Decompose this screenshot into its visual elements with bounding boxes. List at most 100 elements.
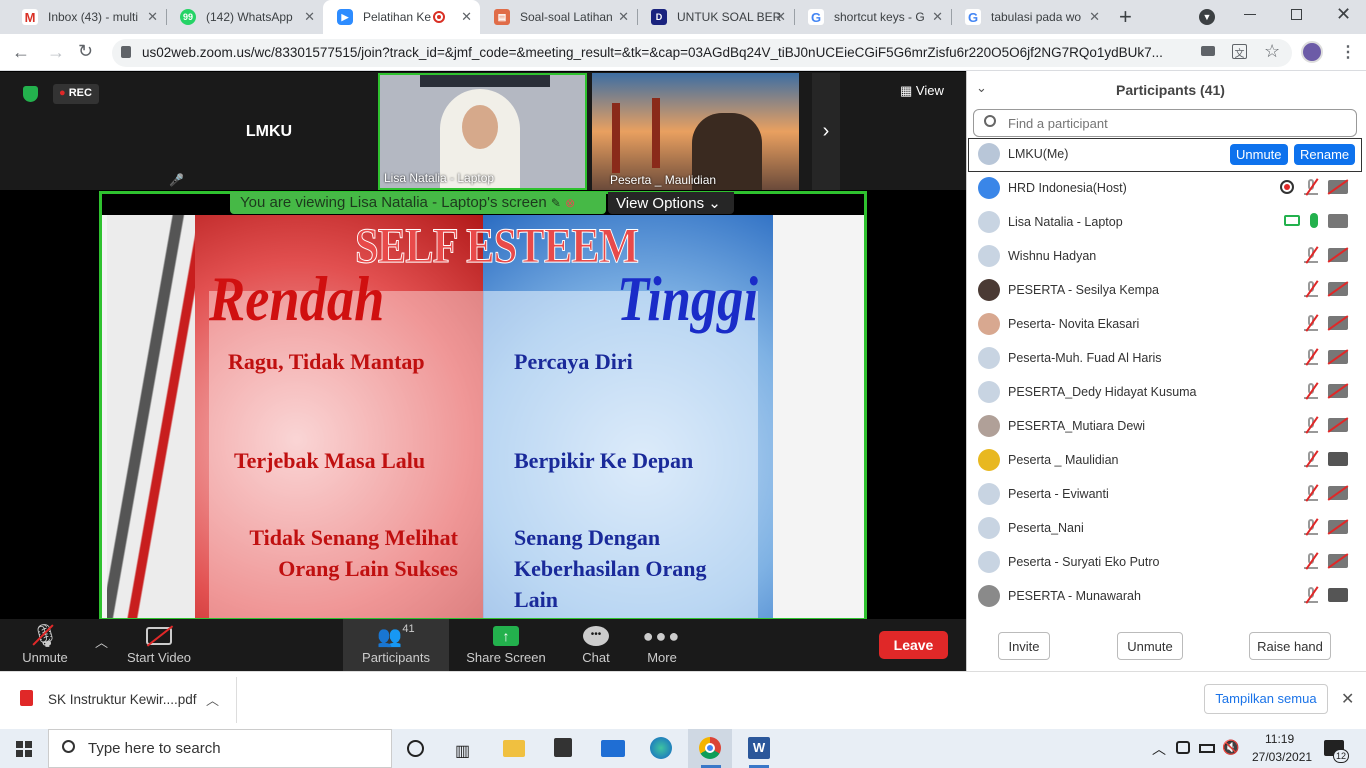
more-button[interactable]: ●●● More xyxy=(640,622,684,670)
gmail-icon: M xyxy=(22,9,38,25)
mail-icon[interactable] xyxy=(601,740,625,757)
battery-icon[interactable] xyxy=(1199,744,1215,753)
muted-mic-icon xyxy=(1304,178,1319,196)
view-button[interactable]: ▦ View xyxy=(900,83,944,99)
muted-mic-icon: 🎙 xyxy=(31,623,59,648)
profile-avatar[interactable] xyxy=(1301,41,1323,63)
file-explorer-icon[interactable] xyxy=(503,740,525,757)
tray-device-icon[interactable] xyxy=(1176,741,1190,754)
close-icon[interactable]: ✕ xyxy=(618,9,629,25)
self-video-tile[interactable]: LMKU 🎤 xyxy=(165,73,373,190)
close-icon[interactable]: ✕ xyxy=(1341,689,1354,709)
notification-count: 12 xyxy=(1333,749,1349,763)
tab-gmail[interactable]: M Inbox (43) - multi ✕ xyxy=(8,0,166,34)
start-video-button[interactable]: Start Video xyxy=(122,622,196,670)
invite-button[interactable]: Invite xyxy=(998,632,1050,660)
forward-button[interactable]: → xyxy=(47,42,65,63)
video-tile-maulidian[interactable]: Peserta _ Maulidian xyxy=(592,73,799,190)
restore-button[interactable] xyxy=(1291,9,1302,20)
slide-left-item: Tidak Senang Melihat Orang Lain Sukses xyxy=(249,525,458,581)
participant-row[interactable]: Peserta _ Maulidian xyxy=(970,443,1362,477)
raise-hand-button[interactable]: Raise hand xyxy=(1249,632,1331,660)
video-off-icon xyxy=(1328,588,1348,602)
muted-mic-icon xyxy=(1304,348,1319,366)
close-icon[interactable]: ✕ xyxy=(461,9,472,25)
next-page-button[interactable]: › xyxy=(812,73,840,190)
cortana-icon[interactable] xyxy=(407,740,424,757)
url-text[interactable]: us02web.zoom.us/wc/83301577515/join?trac… xyxy=(142,45,1187,60)
tab-google-2[interactable]: G tabulasi pada wo ✕ xyxy=(951,0,1108,34)
back-button[interactable]: ← xyxy=(12,42,30,63)
chrome-menu-icon[interactable]: ⋮ xyxy=(1340,42,1356,62)
close-icon[interactable]: ✕ xyxy=(932,9,943,25)
close-icon[interactable]: ✕ xyxy=(1089,9,1100,25)
participant-row[interactable]: HRD Indonesia(Host) xyxy=(970,171,1362,205)
close-icon[interactable]: ✕ xyxy=(775,9,786,25)
participant-row[interactable]: Peserta - Suryati Eko Putro xyxy=(970,545,1362,579)
collapse-chevron-icon[interactable]: ⌄ xyxy=(976,80,987,96)
tab-whatsapp[interactable]: 99 (142) WhatsApp ✕ xyxy=(166,0,323,34)
task-view-icon[interactable]: ▥ xyxy=(455,741,470,761)
tab-search-icon[interactable]: ▼ xyxy=(1199,9,1215,25)
word-icon[interactable]: W xyxy=(748,737,770,759)
edge-icon[interactable] xyxy=(650,737,672,759)
tab-doc[interactable]: D UNTUK SOAL BER ✕ xyxy=(637,0,794,34)
slide-right-item: Senang Dengan Keberhasilan Orang Lain xyxy=(514,525,707,612)
shared-screen[interactable]: SELF ESTEEM Rendah Tinggi Ragu, Tidak Ma… xyxy=(99,191,867,621)
participant-row[interactable]: Peserta_Nani xyxy=(970,511,1362,545)
bookmark-star-icon[interactable]: ☆ xyxy=(1264,41,1280,62)
participant-row[interactable]: Peserta- Novita Ekasari xyxy=(970,307,1362,341)
unmute-button[interactable]: 🎙 Unmute xyxy=(18,622,72,670)
participant-row[interactable]: Peserta - Eviwanti xyxy=(970,477,1362,511)
participants-title: Participants (41) xyxy=(1116,82,1225,98)
sharing-screen-icon xyxy=(1284,215,1300,226)
show-all-button[interactable]: Tampilkan semua xyxy=(1204,684,1328,714)
participant-row[interactable]: Wishnu Hadyan xyxy=(970,239,1362,273)
participants-button[interactable]: 👥 41 Participants xyxy=(355,622,437,670)
participant-row[interactable]: PESERTA - Sesilya Kempa xyxy=(970,273,1362,307)
share-screen-button[interactable]: ↑ Share Screen xyxy=(463,622,549,670)
video-off-icon xyxy=(1327,417,1349,433)
close-window-button[interactable]: ✕ xyxy=(1336,4,1351,25)
store-icon[interactable] xyxy=(554,738,572,757)
participant-row[interactable]: PESERTA - Munawarah xyxy=(970,579,1362,613)
chevron-up-icon[interactable]: ︿ xyxy=(206,690,219,709)
close-icon[interactable]: ✕ xyxy=(147,9,158,25)
video-tile-lisa[interactable]: Lisa Natalia - Laptop xyxy=(378,73,587,190)
audio-options-caret[interactable]: ︿ xyxy=(95,632,108,651)
find-participant-input[interactable] xyxy=(1008,113,1338,133)
minimize-button[interactable] xyxy=(1244,14,1256,15)
clock-date[interactable]: 27/03/2021 xyxy=(1252,750,1312,764)
participant-row[interactable]: PESERTA_Mutiara Dewi xyxy=(970,409,1362,443)
tray-chevron-icon[interactable]: ︿ xyxy=(1152,739,1166,759)
download-file-name[interactable]: SK Instruktur Kewir....pdf xyxy=(48,692,197,707)
participant-row[interactable]: Peserta-Muh. Fuad Al Haris xyxy=(970,341,1362,375)
unmute-self-button[interactable]: Unmute xyxy=(1230,144,1288,165)
view-options-button[interactable]: View Options ⌄ xyxy=(608,192,734,214)
reload-button[interactable]: ↻ xyxy=(78,41,93,62)
participant-row[interactable]: Lisa Natalia - Laptop xyxy=(970,205,1362,239)
google-icon: G xyxy=(808,9,824,25)
video-off-icon xyxy=(1327,519,1349,535)
tab-google-1[interactable]: G shortcut keys - G ✕ xyxy=(794,0,951,34)
unmute-all-button[interactable]: Unmute xyxy=(1117,632,1183,660)
close-icon[interactable]: ✕ xyxy=(304,9,315,25)
translate-icon[interactable]: 文 xyxy=(1232,44,1247,60)
chrome-icon[interactable] xyxy=(699,737,721,759)
volume-muted-icon[interactable]: 🔇 xyxy=(1222,739,1239,756)
leave-button[interactable]: Leave xyxy=(879,631,948,659)
rename-button[interactable]: Rename xyxy=(1294,144,1356,165)
new-tab-button[interactable]: + xyxy=(1119,4,1132,30)
search-icon xyxy=(62,740,75,753)
windows-start-icon[interactable] xyxy=(16,741,32,757)
clock-time[interactable]: 11:19 xyxy=(1265,732,1294,746)
tab-forms[interactable]: ▤ Soal-soal Latihan ✕ xyxy=(480,0,637,34)
tab-zoom[interactable]: ▶ Pelatihan Ke ✕ xyxy=(323,0,480,34)
chat-button[interactable]: ••• Chat xyxy=(574,622,618,670)
muted-mic-icon: 🎤 xyxy=(169,173,184,187)
mic-on-icon xyxy=(1310,213,1318,228)
participant-row[interactable]: PESERTA_Dedy Hidayat Kusuma xyxy=(970,375,1362,409)
camera-blocked-icon[interactable] xyxy=(1201,46,1215,56)
slide-left-item: Terjebak Masa Lalu xyxy=(234,448,426,473)
slide-right-item: Percaya Diri xyxy=(514,349,633,374)
